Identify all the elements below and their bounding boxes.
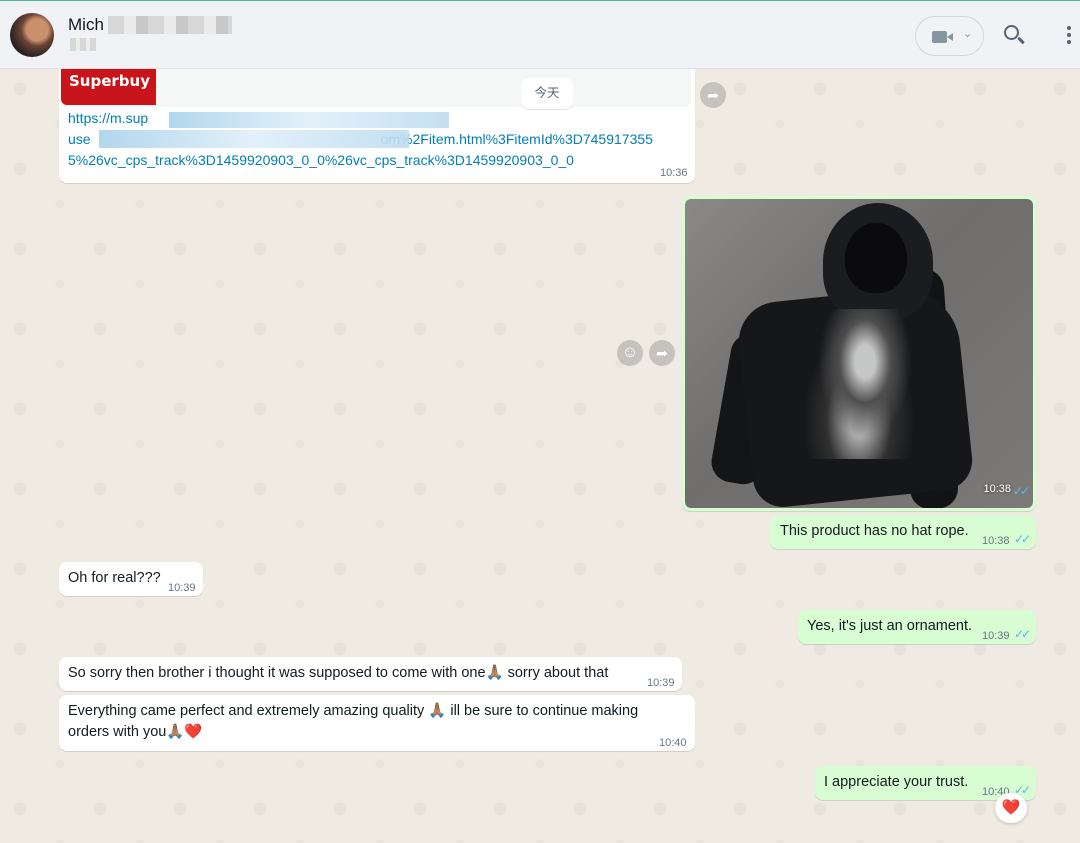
read-ticks-icon: ✓✓ xyxy=(1014,627,1031,641)
message-bubble[interactable]: So sorry then brother i thought it was s… xyxy=(59,657,682,691)
message-time: 10:39 xyxy=(647,677,675,689)
message-time: 10:36 xyxy=(660,167,688,179)
message-time: 10:39 xyxy=(168,582,196,594)
heart-reaction-icon[interactable]: ❤️ xyxy=(995,793,1027,823)
redaction-overlay xyxy=(99,130,409,148)
superbuy-logo: Superbuy xyxy=(61,69,156,105)
video-call-button[interactable]: ⌄ xyxy=(915,16,984,56)
message-time: 10:40 xyxy=(659,737,687,749)
read-ticks-icon: ✓✓ xyxy=(1014,532,1031,546)
message-bubble[interactable]: This product has no hat rope. 10:38 ✓✓ xyxy=(770,515,1036,549)
message-time: 10:38 xyxy=(982,535,1010,547)
redacted-status xyxy=(70,38,96,51)
message-bubble[interactable]: Everything came perfect and extremely am… xyxy=(59,695,695,751)
folded-hands-icon: 🙏🏽 xyxy=(428,703,447,719)
hoodie-photo[interactable]: 10:38 ✓✓ xyxy=(685,199,1033,508)
link-message-bubble[interactable]: Superbuy https://m.sup use om%2Fitem.html… xyxy=(59,69,695,183)
menu-dots-icon[interactable] xyxy=(1066,26,1072,46)
video-camera-icon xyxy=(932,31,953,43)
message-bubble[interactable]: Yes, it's just an ornament. 10:39 ✓✓ xyxy=(798,610,1036,644)
chat-area[interactable]: Superbuy https://m.sup use om%2Fitem.html… xyxy=(0,69,1080,843)
image-message-bubble[interactable]: 10:38 ✓✓ xyxy=(682,196,1036,511)
chat-header: Mich ⌄ xyxy=(0,0,1080,69)
search-icon[interactable] xyxy=(1004,25,1028,49)
forward-icon[interactable]: ➦ xyxy=(649,340,675,366)
emoji-react-icon[interactable]: ☺ xyxy=(617,340,643,366)
forward-icon[interactable]: ➦ xyxy=(700,82,726,108)
folded-hands-heart-icon: 🙏🏽❤️ xyxy=(166,724,203,740)
message-time: 10:38 xyxy=(983,483,1011,495)
redaction-overlay xyxy=(169,112,449,128)
chevron-down-icon: ⌄ xyxy=(963,28,973,40)
message-time: 10:39 xyxy=(982,630,1010,642)
read-ticks-icon: ✓✓ xyxy=(1012,484,1030,498)
link-preview[interactable]: Superbuy xyxy=(61,69,691,107)
contact-name[interactable]: Mich xyxy=(68,15,104,35)
folded-hands-icon: 🙏🏽 xyxy=(485,665,504,681)
contact-avatar[interactable] xyxy=(10,13,54,57)
date-separator: 今天 xyxy=(521,78,573,109)
redacted-name xyxy=(108,16,232,34)
message-bubble[interactable]: Oh for real??? 10:39 xyxy=(59,562,203,596)
